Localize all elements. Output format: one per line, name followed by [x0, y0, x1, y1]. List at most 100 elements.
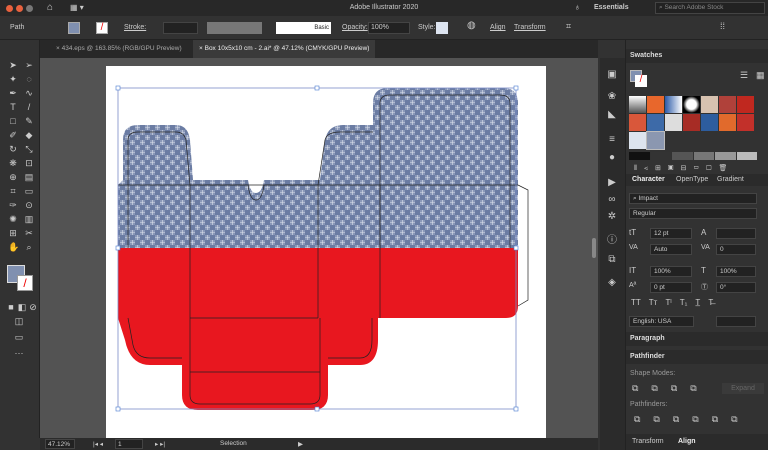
shape-builder-icon[interactable]: ⊕ — [8, 172, 18, 182]
gradient-mode-icon[interactable]: ◧ — [17, 302, 27, 312]
direct-selection-tool-icon[interactable]: ➢ — [24, 60, 34, 70]
swatch[interactable] — [683, 114, 700, 131]
swatch[interactable] — [629, 132, 646, 149]
rotate-tool-icon[interactable]: ↻ — [8, 144, 18, 154]
screen-mode-icon[interactable]: ▭ — [14, 332, 24, 342]
graphic-style-swatch[interactable] — [436, 22, 448, 34]
opacity-label[interactable]: Opacity: — [342, 24, 368, 31]
opacity-input[interactable]: 100% — [368, 22, 410, 34]
artboards-icon[interactable]: ⧉ — [605, 253, 619, 267]
shape-mode-buttons[interactable]: ⧉⧉⧉⧉ — [632, 383, 710, 394]
free-transform-icon[interactable]: ⊡ — [24, 158, 34, 168]
swatch[interactable] — [629, 96, 646, 113]
stroke-color[interactable]: / — [17, 275, 33, 291]
swatch-actions[interactable]: ⫴⋖⊞▣⊟▭▢🗑 — [634, 164, 734, 173]
color-guide-icon[interactable]: ❀ — [605, 90, 619, 104]
artboard-number[interactable]: 1 — [115, 439, 143, 449]
isolate-icon[interactable]: ⌗ — [566, 21, 571, 32]
transparency-icon[interactable]: ● — [605, 151, 619, 165]
type-tool-icon[interactable]: T — [8, 102, 18, 112]
magic-wand-icon[interactable]: ✦ — [8, 74, 18, 84]
zoom-tool-icon[interactable]: ⌕ — [24, 242, 34, 252]
rectangle-tool-icon[interactable]: □ — [8, 116, 18, 126]
color-mode-icon[interactable]: ■ — [6, 302, 16, 312]
layers-icon[interactable]: ◈ — [605, 276, 619, 290]
stroke-weight-input[interactable] — [163, 22, 198, 34]
gradient-panel-icon[interactable]: ◣ — [605, 108, 619, 122]
hand-tool-icon[interactable]: ✋ — [8, 242, 19, 252]
pathfinder-buttons[interactable]: ⧉⧉⧉⧉⧉⧉ — [634, 414, 751, 425]
vertical-scrollbar[interactable] — [592, 238, 596, 258]
swatch-stroke[interactable]: / — [635, 75, 647, 87]
paragraph-panel-header[interactable]: Paragraph — [626, 332, 768, 346]
status-menu-arrow[interactable]: ▶ — [298, 440, 303, 448]
workspace-switcher[interactable]: Essentials — [594, 4, 629, 11]
leading-input[interactable] — [716, 228, 756, 239]
links-icon[interactable]: ∞ — [605, 193, 619, 207]
swatch[interactable] — [737, 96, 754, 113]
canvas[interactable] — [40, 58, 598, 438]
hyphenation-select[interactable] — [716, 316, 756, 327]
draw-mode-icon[interactable]: ◫ — [14, 316, 24, 326]
warp-tool-icon[interactable]: ❋ — [8, 158, 18, 168]
expand-button[interactable]: Expand — [722, 383, 764, 394]
shaper-tool-icon[interactable]: ✐ — [8, 130, 18, 140]
eyedropper-icon[interactable]: ✑ — [8, 200, 18, 210]
slice-tool-icon[interactable]: ✂ — [24, 228, 34, 238]
more-tools-icon[interactable]: ··· — [14, 348, 24, 358]
tab-align[interactable]: Align — [678, 438, 696, 445]
curvature-tool-icon[interactable]: ∿ — [24, 88, 34, 98]
line-tool-icon[interactable]: / — [24, 102, 34, 112]
vertical-scale-input[interactable]: 100% — [650, 266, 692, 277]
perspective-grid-icon[interactable]: ▤ — [24, 172, 34, 182]
paintbrush-icon[interactable]: ✎ — [24, 116, 34, 126]
stroke-panel-icon[interactable]: ≡ — [605, 133, 619, 147]
variable-width-profile[interactable] — [207, 22, 262, 34]
horizontal-scale-input[interactable]: 100% — [716, 266, 756, 277]
properties-icon[interactable]: ▣ — [605, 68, 619, 82]
artboard-tool-icon[interactable]: ⊞ — [8, 228, 18, 238]
swatch[interactable] — [719, 114, 736, 131]
character-rotation-input[interactable]: 0° — [716, 282, 756, 293]
align-link[interactable]: Align — [490, 24, 506, 31]
artboard-nav-next[interactable]: ▸ ▸| — [155, 440, 165, 448]
swatch-selected[interactable] — [646, 131, 665, 150]
swatch[interactable] — [665, 114, 682, 131]
tab-transform[interactable]: Transform — [632, 438, 664, 445]
search-stock-input[interactable]: ⌕ Search Adobe Stock — [655, 2, 765, 14]
swatch[interactable] — [683, 96, 700, 113]
artboard-nav-prev[interactable]: |◂ ◂ — [93, 440, 103, 448]
transform-link[interactable]: Transform — [514, 24, 546, 31]
swatch[interactable] — [665, 96, 682, 113]
lasso-icon[interactable]: ◌ — [24, 74, 34, 84]
font-size-input[interactable]: 12 pt — [650, 228, 692, 239]
lightbulb-icon[interactable]: ♁ — [574, 2, 581, 12]
mesh-tool-icon[interactable]: ⌗ — [8, 186, 18, 196]
text-style-buttons[interactable]: TT Tт Tˡ T₁ T̲ T̶ — [631, 298, 713, 307]
selection-tool-icon[interactable]: ➤ — [8, 60, 18, 70]
tab-box-ai[interactable]: × Box 10x5x10 cm - 2.ai* @ 47.12% (CMYK/… — [193, 40, 376, 58]
swatch[interactable] — [701, 96, 718, 113]
document-info-icon[interactable]: ⓘ — [605, 234, 619, 248]
tab-434-eps[interactable]: × 434.eps @ 163.85% (RGB/GPU Preview) — [50, 40, 188, 58]
swatch[interactable] — [701, 114, 718, 131]
baseline-shift-input[interactable]: 0 pt — [650, 282, 692, 293]
list-view-icon[interactable]: ☰ — [740, 70, 748, 81]
symbol-sprayer-icon[interactable]: ✺ — [8, 214, 18, 224]
stroke-label[interactable]: Stroke: — [124, 24, 146, 31]
swatch[interactable] — [647, 96, 664, 113]
font-style-select[interactable]: Regular — [629, 208, 757, 219]
swatch[interactable] — [647, 114, 664, 131]
eraser-icon[interactable]: ◆ — [24, 130, 34, 140]
swatch[interactable] — [737, 114, 754, 131]
actions-icon[interactable]: ▶ — [605, 176, 619, 190]
gradient-tool-icon[interactable]: ▭ — [24, 186, 34, 196]
stroke-swatch[interactable]: / — [96, 22, 108, 34]
tracking-input[interactable]: 0 — [716, 244, 756, 255]
swatch[interactable] — [629, 114, 646, 131]
pen-tool-icon[interactable]: ✒ — [8, 88, 18, 98]
fill-swatch[interactable] — [68, 22, 80, 34]
blend-tool-icon[interactable]: ⊙ — [24, 200, 34, 210]
arrange-icon[interactable]: ⁞⁞ — [720, 21, 725, 31]
tab-character[interactable]: Character — [632, 176, 665, 183]
